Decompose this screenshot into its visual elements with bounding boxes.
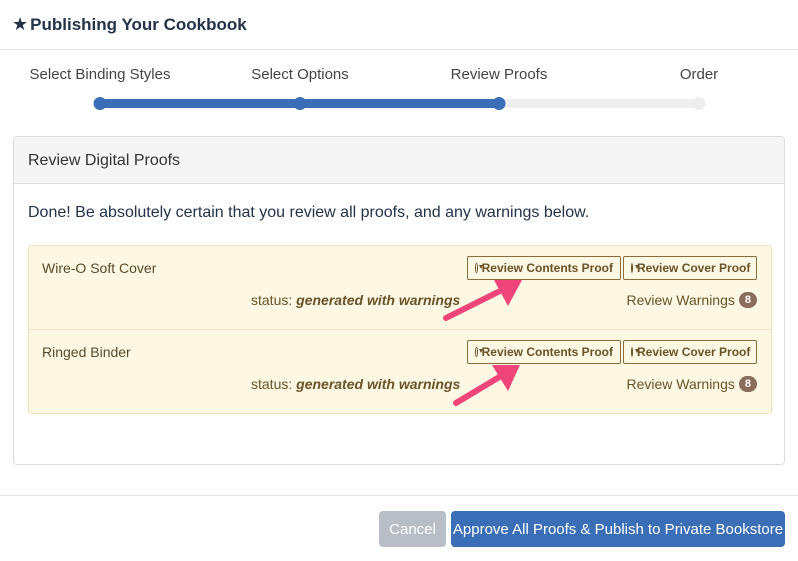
panel-intro-text: Done! Be absolutely certain that you rev… xyxy=(28,204,590,221)
download-icon xyxy=(631,347,639,357)
proof-status: status: generated with warnings xyxy=(251,292,460,308)
review-proofs-panel: Review Digital Proofs Done! Be absolutel… xyxy=(13,136,785,465)
review-contents-proof-button[interactable]: Review Contents Proof xyxy=(467,256,621,280)
warnings-count-badge: 8 xyxy=(738,292,757,308)
binding-name: Ringed Binder xyxy=(42,344,131,360)
review-warnings-label: Review Warnings xyxy=(626,292,735,308)
proof-row: Ringed Binder Review Contents Proof Revi… xyxy=(29,330,771,414)
star-icon: ★ xyxy=(12,14,29,34)
review-cover-proof-button[interactable]: Review Cover Proof xyxy=(623,340,757,364)
status-label: status: xyxy=(251,376,293,392)
review-contents-proof-label: Review Contents Proof xyxy=(481,261,613,275)
step-dot-review xyxy=(492,97,506,110)
approve-publish-button[interactable]: Approve All Proofs & Publish to Private … xyxy=(451,511,785,547)
download-icon xyxy=(475,263,482,273)
warnings-count-badge: 8 xyxy=(738,376,757,392)
binding-name: Wire-O Soft Cover xyxy=(42,260,157,276)
modal-title: ★ Publishing Your Cookbook xyxy=(12,14,247,35)
download-icon xyxy=(631,263,639,273)
proof-list: Wire-O Soft Cover Review Contents Proof … xyxy=(28,245,772,414)
status-value: generated with warnings xyxy=(296,376,461,392)
proof-status: status: generated with warnings xyxy=(251,376,460,392)
status-label: status: xyxy=(251,292,293,308)
panel-heading: Review Digital Proofs xyxy=(14,137,784,184)
step-dot-binding xyxy=(93,97,107,110)
review-contents-proof-label: Review Contents Proof xyxy=(481,345,613,359)
cancel-button[interactable]: Cancel xyxy=(379,511,446,547)
review-warnings-label: Review Warnings xyxy=(626,376,735,392)
modal-header: ★ Publishing Your Cookbook xyxy=(0,0,798,50)
step-label-options: Select Options xyxy=(251,66,349,83)
step-dot-options xyxy=(293,97,307,110)
review-cover-proof-label: Review Cover Proof xyxy=(637,261,751,275)
download-icon xyxy=(475,347,482,357)
review-contents-proof-button[interactable]: Review Contents Proof xyxy=(467,340,621,364)
proof-row: Wire-O Soft Cover Review Contents Proof … xyxy=(29,246,771,330)
review-cover-proof-button[interactable]: Review Cover Proof xyxy=(623,256,757,280)
status-value: generated with warnings xyxy=(296,292,461,308)
review-warnings-link[interactable]: Review Warnings 8 xyxy=(626,376,757,392)
step-label-binding: Select Binding Styles xyxy=(29,66,171,83)
review-warnings-link[interactable]: Review Warnings 8 xyxy=(626,292,757,308)
review-cover-proof-label: Review Cover Proof xyxy=(637,345,751,359)
step-label-review: Review Proofs xyxy=(450,66,548,83)
publish-modal: ★ Publishing Your Cookbook Select Bindin… xyxy=(0,0,798,561)
modal-title-text: Publishing Your Cookbook xyxy=(30,14,247,34)
modal-footer: Cancel Approve All Proofs & Publish to P… xyxy=(0,495,798,561)
progress-steps: Select Binding Styles Select Options Rev… xyxy=(0,50,798,130)
step-dot-order xyxy=(692,97,706,110)
step-label-order: Order xyxy=(679,66,719,83)
